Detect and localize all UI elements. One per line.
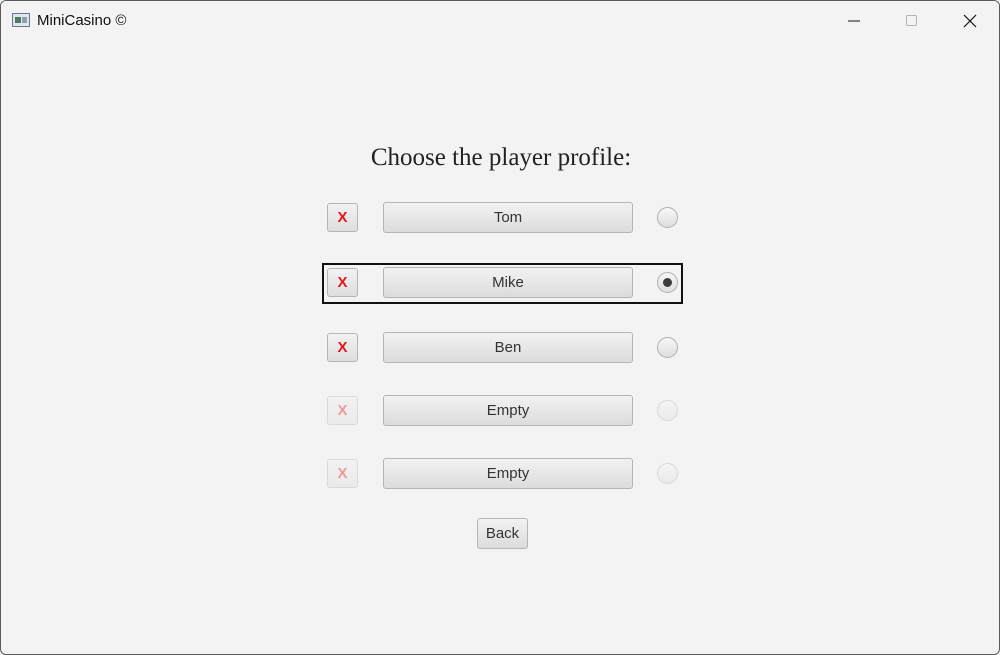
profile-radio-1[interactable] [657,207,678,228]
app-icon [12,13,30,27]
profile-button-5[interactable]: Empty [383,458,633,489]
minimize-icon [848,20,860,22]
profile-radio-3[interactable] [657,337,678,358]
maximize-icon [906,15,917,26]
radio-selected-dot [663,278,672,287]
delete-profile-button-2[interactable]: X [327,268,358,297]
profile-button-4[interactable]: Empty [383,395,633,426]
profile-radio-4 [657,400,678,421]
back-button[interactable]: Back [477,518,528,549]
maximize-button[interactable] [883,1,941,41]
close-icon [963,14,977,28]
minimize-button[interactable] [825,1,883,41]
window-title: MiniCasino © [37,12,127,29]
delete-profile-button-4: X [327,396,358,425]
delete-profile-button-1[interactable]: X [327,203,358,232]
close-button[interactable] [941,1,999,41]
app-window: MiniCasino © Choose the player profile: … [0,0,1000,655]
page-heading: Choose the player profile: [370,144,632,171]
profile-radio-2[interactable] [657,272,678,293]
profile-button-2[interactable]: Mike [383,267,633,298]
delete-profile-button-3[interactable]: X [327,333,358,362]
profile-radio-5 [657,463,678,484]
profile-button-1[interactable]: Tom [383,202,633,233]
profile-button-3[interactable]: Ben [383,332,633,363]
delete-profile-button-5: X [327,459,358,488]
title-bar: MiniCasino © [1,1,999,41]
